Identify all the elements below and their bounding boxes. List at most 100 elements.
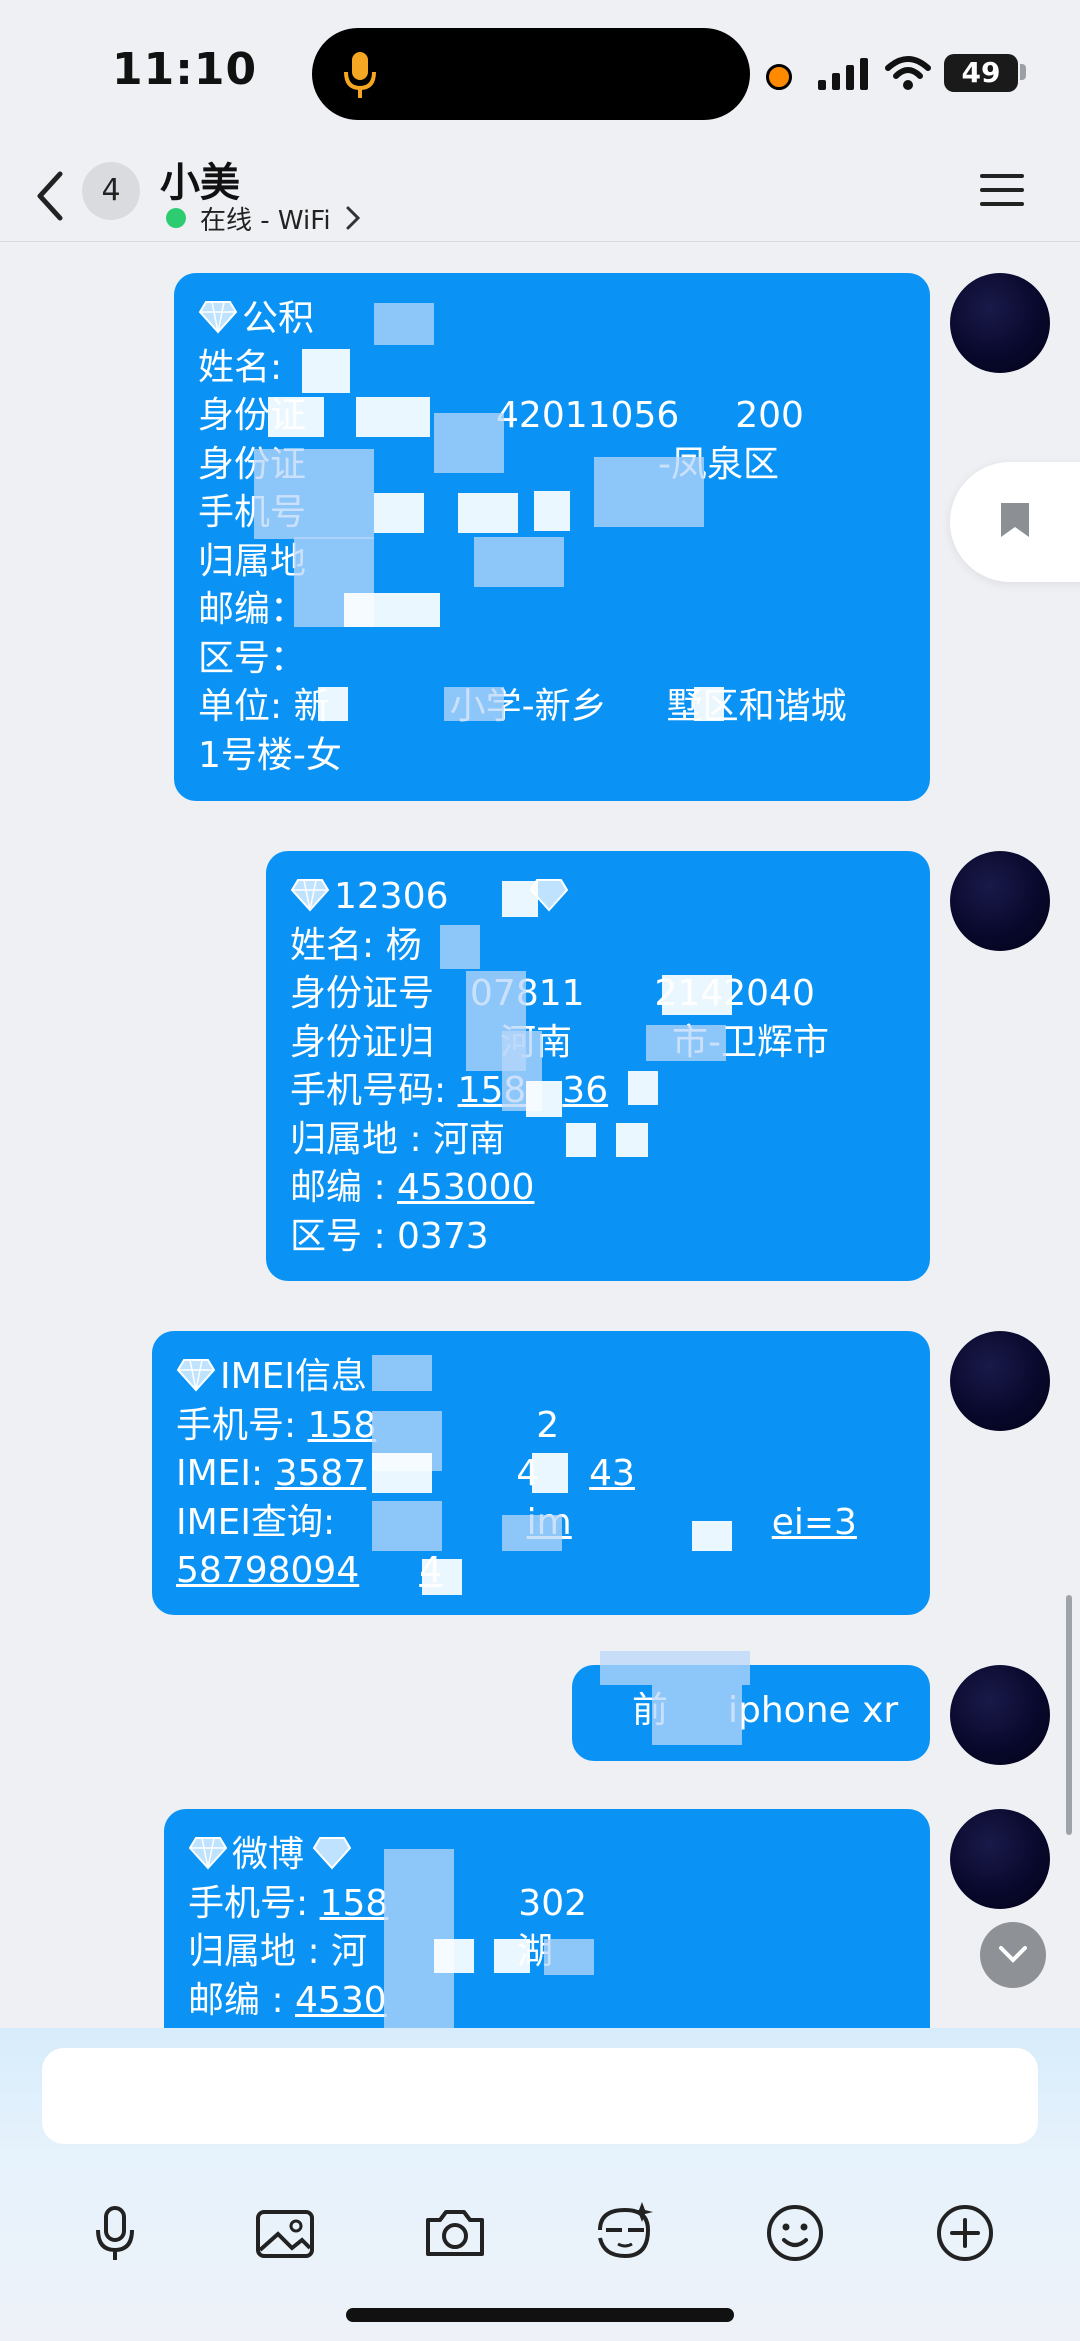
imei-link[interactable]: 3587	[275, 1453, 367, 1494]
redaction-block	[434, 413, 504, 473]
message-bubble[interactable]: IMEI信息 手机号: 1582 IMEI: 3587443 IMEI查询: i…	[152, 1331, 930, 1615]
message-list[interactable]: 公积 姓名: 身份证 42011056 200 身份证 -凤泉区 手机号 归属地 邮编…	[0, 243, 1080, 2028]
message-fragment: 2	[536, 1404, 560, 1446]
redaction-block	[458, 493, 518, 533]
redaction-block	[544, 1939, 594, 1975]
chevron-right-icon[interactable]	[344, 204, 362, 232]
status-time: 11:10	[112, 44, 258, 95]
composer	[0, 2028, 1080, 2341]
phone-link[interactable]: 36	[562, 1070, 608, 1111]
diamond-icon	[188, 1837, 228, 1870]
camera-icon[interactable]	[420, 2198, 490, 2268]
diamond-icon	[290, 879, 330, 912]
redaction-block	[616, 1123, 648, 1157]
redaction-block	[440, 925, 480, 969]
redaction-block	[502, 881, 538, 917]
microphone-in-use-icon	[344, 52, 376, 98]
cellular-signal-icon	[818, 58, 868, 90]
postcode-link[interactable]: 453000	[397, 1167, 534, 1208]
redaction-block	[628, 1071, 658, 1105]
redaction-block	[694, 687, 724, 721]
emoji-icon[interactable]	[760, 2198, 830, 2268]
redaction-block	[356, 397, 430, 437]
sender-avatar[interactable]	[950, 273, 1050, 373]
message-row: 公积 姓名: 身份证 42011056 200 身份证 -凤泉区 手机号 归属地 邮编…	[0, 273, 1080, 807]
imei-query-link[interactable]: 58798094	[176, 1550, 359, 1591]
scroll-to-bottom-button[interactable]	[980, 1922, 1046, 1988]
redaction-block	[254, 449, 374, 539]
redaction-block	[444, 687, 504, 721]
diamond-icon	[176, 1359, 216, 1392]
message-row: IMEI信息 手机号: 1582 IMEI: 3587443 IMEI查询: i…	[0, 1331, 1080, 1615]
redaction-block	[344, 593, 440, 627]
message-row: 12306 姓名: 杨 身份证号078112142040 身份证归河南市-卫辉市…	[0, 851, 1080, 1281]
menu-icon[interactable]	[978, 170, 1026, 210]
message-line: 姓名: 杨	[290, 924, 422, 966]
sender-avatar[interactable]	[950, 851, 1050, 951]
unread-count-badge[interactable]: 4	[82, 162, 140, 220]
redaction-block	[302, 349, 350, 393]
message-line: 手机号:	[176, 1404, 308, 1446]
battery-level: 49	[944, 54, 1018, 92]
imei-query-link[interactable]: ei=3	[772, 1502, 857, 1543]
back-chevron-icon[interactable]	[30, 166, 70, 226]
message-bubble[interactable]: 公积 姓名: 身份证 42011056 200 身份证 -凤泉区 手机号 归属地 邮编…	[174, 273, 930, 801]
redaction-block	[600, 1651, 750, 1685]
message-line: 邮编 :	[188, 1979, 296, 2021]
sender-avatar[interactable]	[950, 1331, 1050, 1431]
message-line: 1号楼-女	[198, 734, 342, 776]
message-line: IMEI信息	[220, 1356, 368, 1397]
sticker-icon[interactable]	[590, 2198, 660, 2268]
message-bubble[interactable]: 前 iphone xr	[572, 1651, 930, 1761]
composer-toolbar	[0, 2198, 1080, 2268]
phone-link[interactable]: 158	[308, 1405, 377, 1446]
message-line: 区号 : 0373	[290, 1215, 489, 1257]
redaction-block	[434, 1939, 474, 1973]
status-bar: 11:10 49	[0, 0, 1080, 150]
image-icon[interactable]	[250, 2198, 320, 2268]
bookmark-tab[interactable]	[950, 462, 1080, 582]
message-fragment: 200	[735, 395, 804, 436]
message-row: 微博 手机号: 158 302 归属地 : 河湖 邮编 : 4530	[0, 1809, 1080, 2028]
message-line: 手机号码:	[290, 1070, 458, 1111]
redaction-block	[594, 457, 704, 527]
redaction-block	[646, 1025, 726, 1061]
scrollbar[interactable]	[1066, 1595, 1072, 1835]
battery-tip	[1020, 64, 1026, 80]
chat-header: 4 小美 在线 - WiFi	[0, 150, 1080, 242]
redaction-block	[474, 537, 564, 587]
imei-link[interactable]: 43	[589, 1453, 635, 1494]
message-line: 身份证号	[290, 973, 435, 1014]
recording-indicator	[766, 64, 792, 90]
redaction-block	[532, 1453, 568, 1493]
redaction-block	[534, 491, 570, 531]
message-input[interactable]	[42, 2048, 1038, 2144]
message-line: iphone xr	[728, 1690, 899, 1731]
postcode-link[interactable]: 4530	[295, 1980, 387, 2021]
message-line: 身份证归	[290, 1021, 435, 1063]
sender-avatar[interactable]	[950, 1665, 1050, 1765]
redaction-block	[652, 1685, 742, 1745]
plus-icon[interactable]	[930, 2198, 1000, 2268]
redaction-block	[692, 1521, 732, 1551]
redaction-block	[374, 303, 434, 345]
message-line: 手机号:	[188, 1882, 320, 1924]
message-bubble[interactable]: 12306 姓名: 杨 身份证号078112142040 身份证归河南市-卫辉市…	[266, 851, 930, 1281]
redaction-block	[662, 975, 732, 1015]
phone-link[interactable]: 158	[320, 1883, 389, 1924]
message-line: IMEI:	[176, 1453, 275, 1494]
message-bubble[interactable]: 微博 手机号: 158 302 归属地 : 河湖 邮编 : 4530	[164, 1809, 930, 2028]
online-status[interactable]: 在线 - WiFi	[200, 200, 331, 237]
sender-avatar[interactable]	[950, 1809, 1050, 1909]
message-fragment: 302	[518, 1882, 588, 1924]
redaction-block	[374, 493, 424, 533]
redaction-block	[372, 1453, 432, 1493]
message-line: 区号：	[198, 637, 307, 679]
message-row: 前 iphone xr	[0, 1651, 1080, 1765]
redaction-block	[268, 397, 324, 437]
message-line: 12306	[334, 876, 449, 917]
home-indicator[interactable]	[346, 2308, 734, 2322]
redaction-block	[526, 1081, 562, 1117]
message-line: 归属地 : 河	[188, 1931, 368, 1972]
microphone-icon[interactable]	[80, 2198, 150, 2268]
